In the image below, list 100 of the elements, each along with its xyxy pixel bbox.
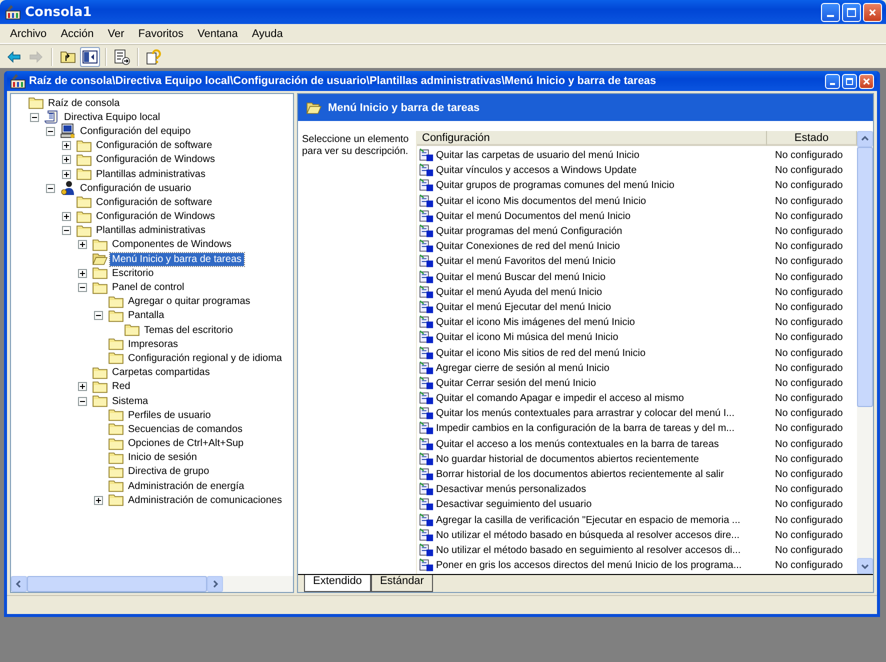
setting-name[interactable]: No guardar historial de documentos abiertos recientemente xyxy=(436,454,699,465)
setting-name[interactable]: Quitar el menú Buscar del menú Inicio xyxy=(436,272,606,283)
tree-item[interactable]: Administración de comunicaciones xyxy=(126,494,284,507)
close-button[interactable] xyxy=(863,2,882,22)
collapse-toggle[interactable] xyxy=(46,184,55,193)
tree-item[interactable]: Raíz de consola xyxy=(46,96,122,110)
setting-name[interactable]: Borrar historial de los documentos abiertos recientemente al salir xyxy=(436,469,724,480)
tree-item[interactable]: Menú Inicio y barra de tareas xyxy=(110,252,244,266)
tree-item[interactable]: Carpetas compartidas xyxy=(110,366,212,380)
tree-item[interactable]: Red xyxy=(110,380,132,394)
view-tab[interactable]: Estándar xyxy=(370,575,433,592)
tree-item[interactable]: Configuración de software xyxy=(94,196,214,209)
setting-name[interactable]: No utilizar el método basado en búsqueda al resolver accesos dire... xyxy=(436,530,740,541)
scroll-down-button[interactable] xyxy=(857,558,873,574)
tree-item[interactable]: Opciones de Ctrl+Alt+Sup xyxy=(126,437,246,450)
expand-toggle[interactable] xyxy=(78,382,87,392)
setting-name[interactable]: Desactivar menús personalizados xyxy=(436,484,586,496)
minimize-button[interactable] xyxy=(821,2,840,22)
setting-name[interactable]: Desactivar seguimiento del usuario xyxy=(436,499,592,510)
menu-item[interactable]: Ayuda xyxy=(244,26,290,42)
setting-name[interactable]: Quitar los menús contextuales para arrastrar y colocar del menú I... xyxy=(436,408,734,420)
collapse-toggle[interactable] xyxy=(46,126,55,136)
maximize-button[interactable] xyxy=(842,74,857,88)
scroll-right-button[interactable] xyxy=(207,576,223,592)
tree-item[interactable]: Componentes de Windows xyxy=(110,238,234,252)
setting-name[interactable]: Quitar las carpetas de usuario del menú Inicio xyxy=(436,150,640,162)
tree-item[interactable]: Impresoras xyxy=(126,338,180,351)
tree-item[interactable]: Configuración de usuario xyxy=(78,182,194,195)
scroll-thumb[interactable] xyxy=(27,576,207,592)
collapse-toggle[interactable] xyxy=(30,112,39,122)
setting-name[interactable]: Agregar cierre de sesión al menú Inicio xyxy=(436,362,610,374)
expand-toggle[interactable] xyxy=(62,170,71,179)
setting-name[interactable]: No utilizar el método basado en seguimiento al resolver accesos di... xyxy=(436,544,741,556)
column-header[interactable]: Estado xyxy=(767,131,857,146)
expand-toggle[interactable] xyxy=(78,268,87,278)
setting-name[interactable]: Quitar el acceso a los menús contextuales en la barra de tareas xyxy=(436,438,719,450)
tree-item[interactable]: Configuración de Windows xyxy=(94,153,217,166)
column-header[interactable]: Configuración xyxy=(417,131,767,146)
scroll-thumb[interactable] xyxy=(857,147,873,407)
setting-name[interactable]: Quitar el menú Ejecutar del menú Inicio xyxy=(436,302,612,313)
tree-item[interactable]: Plantillas administrativas xyxy=(94,224,208,238)
export-list-button[interactable] xyxy=(112,46,132,66)
setting-name[interactable]: Quitar el icono Mis imágenes del menú Inicio xyxy=(436,317,635,328)
description-text: Seleccione un elemento para ver su descripción. xyxy=(302,134,409,157)
setting-name[interactable]: Quitar el menú Documentos del menú Inicio xyxy=(436,210,631,222)
collapse-toggle[interactable] xyxy=(94,311,103,320)
tree-item[interactable]: Directiva de grupo xyxy=(126,465,212,478)
setting-name[interactable]: Quitar el icono Mis documentos del menú Inicio xyxy=(436,196,646,207)
setting-name[interactable]: Quitar grupos de programas comunes del menú Inicio xyxy=(436,180,674,192)
view-tab[interactable]: Extendido xyxy=(304,575,371,592)
tree-item[interactable]: Secuencias de comandos xyxy=(126,422,245,436)
setting-name[interactable]: Impedir cambios en la configuración de la barra de tareas y del m... xyxy=(436,423,734,434)
tree-item[interactable]: Sistema xyxy=(110,394,150,408)
tree-item[interactable]: Temas del escritorio xyxy=(142,324,235,337)
menu-item[interactable]: Archivo xyxy=(3,26,54,42)
tree-item[interactable]: Pantalla xyxy=(126,309,166,322)
help-button[interactable] xyxy=(144,46,164,66)
collapse-toggle[interactable] xyxy=(78,396,87,406)
tree-item[interactable]: Configuración del equipo xyxy=(78,124,193,138)
setting-name[interactable]: Quitar el comando Apagar e impedir el acceso al mismo xyxy=(436,393,684,404)
menu-item[interactable]: Ver xyxy=(100,26,132,42)
expand-toggle[interactable] xyxy=(62,212,71,222)
vertical-scrollbar[interactable] xyxy=(857,131,873,574)
expand-toggle[interactable] xyxy=(62,141,71,150)
setting-name[interactable]: Agregar la casilla de verificación "Ejecutar en espacio de memoria ... xyxy=(436,514,740,526)
setting-name[interactable]: Quitar Cerrar sesión del menú Inicio xyxy=(436,378,596,389)
tree-item[interactable]: Agregar o quitar programas xyxy=(126,295,252,308)
horizontal-scrollbar[interactable] xyxy=(11,576,293,592)
tree-item[interactable]: Escritorio xyxy=(110,266,156,280)
menu-item[interactable]: Ventana xyxy=(190,26,245,42)
tree-item[interactable]: Panel de control xyxy=(110,281,186,294)
close-button[interactable] xyxy=(859,74,874,88)
setting-name[interactable]: Quitar Conexiones de red del menú Inicio xyxy=(436,241,620,252)
tree-item[interactable]: Configuración de software xyxy=(94,139,214,152)
menu-item[interactable]: Favoritos xyxy=(131,26,190,42)
expand-toggle[interactable] xyxy=(94,496,103,505)
tree-item[interactable]: Configuración de Windows xyxy=(94,210,217,224)
setting-name[interactable]: Quitar el icono Mis sitios de red del menú Inicio xyxy=(436,348,646,359)
setting-name[interactable]: Quitar vínculos y accesos a Windows Update xyxy=(436,165,637,176)
setting-name[interactable]: Poner en gris los accesos directos del menú Inicio de los programa... xyxy=(436,560,742,572)
tree-item[interactable]: Configuración regional y de idioma xyxy=(126,352,284,365)
tree-item[interactable]: Plantillas administrativas xyxy=(94,168,208,181)
scroll-left-button[interactable] xyxy=(11,576,27,592)
setting-name[interactable]: Quitar el icono Mi música del menú Inicio xyxy=(436,332,618,344)
expand-toggle[interactable] xyxy=(78,240,87,250)
collapse-toggle[interactable] xyxy=(78,283,87,292)
tree-item[interactable]: Perfiles de usuario xyxy=(126,408,213,422)
tree-item[interactable]: Inicio de sesión xyxy=(126,451,199,464)
tree-toggle-button[interactable] xyxy=(80,46,100,66)
menu-item[interactable]: Acción xyxy=(54,26,101,42)
minimize-button[interactable] xyxy=(825,74,840,88)
setting-name[interactable]: Quitar programas del menú Configuración xyxy=(436,226,622,238)
collapse-toggle[interactable] xyxy=(62,226,71,236)
tree-item[interactable]: Administración de energía xyxy=(126,480,246,493)
setting-name[interactable]: Quitar el menú Ayuda del menú Inicio xyxy=(436,286,602,298)
expand-toggle[interactable] xyxy=(62,155,71,164)
scroll-up-button[interactable] xyxy=(857,131,873,147)
setting-name[interactable]: Quitar el menú Favoritos del menú Inicio xyxy=(436,256,616,268)
tree-item[interactable]: Directiva Equipo local xyxy=(62,110,162,124)
maximize-button[interactable] xyxy=(842,2,861,22)
